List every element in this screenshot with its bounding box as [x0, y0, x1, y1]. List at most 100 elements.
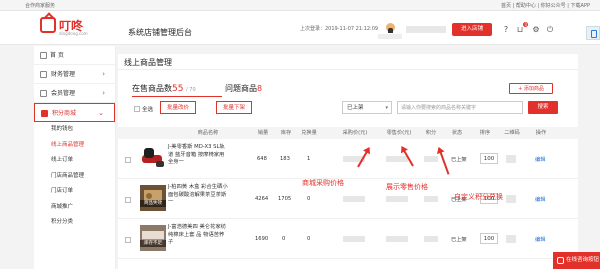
sidebar-label: 积分商城: [52, 110, 77, 117]
table-row: 库存不足 J-富浩德美四 美仑花家纺 纯棉床上套 品 物语苦荞子 1690 0 …: [118, 219, 578, 259]
sub-item-promotion[interactable]: 商城推广: [34, 200, 115, 216]
points-blurred: [424, 236, 438, 242]
sidebar-label: 会员管理: [51, 90, 76, 97]
add-goods-button[interactable]: + 添加商品: [509, 83, 553, 94]
top-strip: 合作商家服务 首页 | 帮助中心 | 你好公众号 | 下载APP: [0, 0, 600, 11]
last-login: 上次登录：2019-11-07 21:12:09: [300, 26, 379, 32]
question-icon[interactable]: ?: [502, 26, 510, 34]
row-checkbox[interactable]: [125, 197, 131, 203]
status-value: 已上架: [451, 157, 467, 163]
on-sale-count: 55: [172, 84, 184, 94]
status-select[interactable]: 已上架 ▾: [342, 101, 392, 114]
sub-item-online-goods[interactable]: 线上商品管理: [34, 138, 115, 154]
logo[interactable]: 叮咚 dingdong.com: [40, 17, 100, 39]
keyword-input[interactable]: 请输入你要搜索的商品名称关键字: [397, 101, 523, 114]
qrcode-icon[interactable]: [506, 155, 516, 163]
product-thumb-tea-box[interactable]: 商品失效: [140, 185, 166, 211]
sidebar-home-label: 首 页: [50, 52, 64, 59]
batch-price-button[interactable]: 批量改价: [160, 101, 196, 114]
exchange-value: 1: [307, 156, 311, 162]
annotation-purchase-price: 商城采购价格: [302, 179, 344, 187]
username-blurred: [378, 34, 402, 39]
invalid-badge: 商品失效: [140, 200, 166, 207]
points-blurred: [424, 156, 438, 162]
batch-off-button[interactable]: 批量下架: [216, 101, 252, 114]
header: 叮咚 dingdong.com 系统店铺管理后台 上次登录：2019-11-07…: [0, 11, 600, 45]
product-thumb-bedding[interactable]: 库存不足: [140, 225, 166, 251]
edit-link[interactable]: 编辑: [535, 156, 545, 163]
qrcode-icon[interactable]: [506, 195, 516, 203]
col-status: 状态: [451, 130, 463, 136]
product-thumb-massage-chair[interactable]: [140, 145, 166, 171]
divider: [118, 69, 578, 70]
col-exchange: 兑换量: [301, 130, 317, 136]
online-chat-button[interactable]: 在线咨询按钮: [553, 252, 600, 269]
col-points: 积分: [425, 130, 437, 136]
search-button[interactable]: 搜索: [528, 101, 558, 114]
col-sort: 排序: [479, 130, 491, 136]
edit-link[interactable]: 编辑: [535, 196, 545, 203]
select-all-checkbox[interactable]: [134, 106, 140, 112]
sort-input[interactable]: 100: [480, 233, 498, 244]
purchase-price-blurred: [343, 236, 365, 242]
exchange-value: 0: [307, 196, 311, 202]
chat-icon: [557, 257, 564, 264]
tab-label: 在售商品数: [132, 84, 172, 93]
col-purchase-price: 采购价(元): [342, 130, 368, 136]
product-name: J-美零香斯 MD-X3 SL轨道 蓝牙音箱 按摩椅家用全身一: [168, 144, 225, 165]
sub-item-store-orders[interactable]: 门店订单: [34, 184, 115, 200]
table-row: 商品失效 J-柏四黄 木盒 彩合生硒小 面包碳酸溶解果茶豆茶斯一 4264 17…: [118, 179, 578, 219]
power-icon[interactable]: ⏻: [546, 26, 554, 34]
problem-count: 8: [257, 84, 263, 93]
sub-item-points-category[interactable]: 积分分类: [34, 215, 115, 231]
system-name: 系统店铺管理后台: [128, 28, 192, 37]
side-rail-icon[interactable]: [586, 26, 600, 40]
gear-icon[interactable]: ⚙: [532, 26, 540, 34]
on-sale-max: / 70: [186, 87, 196, 93]
sidebar-label: 财务管理: [51, 71, 76, 78]
retail-price-blurred: [386, 196, 408, 202]
logo-sub: dingdong.com: [59, 31, 88, 36]
chevron-right-icon: ›: [102, 70, 105, 78]
main-panel: 线上商品管理 在售商品数55 / 70 问题商品8 + 添加商品 全选 批量改价…: [118, 54, 578, 269]
sub-item-store-goods[interactable]: 门店商品管理: [34, 169, 115, 185]
row-checkbox[interactable]: [125, 237, 131, 243]
cart-icon[interactable]: ⊔ 0: [516, 22, 528, 34]
sub-item-wallet[interactable]: 我的钱包: [34, 122, 115, 138]
retail-price-blurred: [386, 156, 408, 162]
tab-on-sale[interactable]: 在售商品数55 / 70: [132, 83, 196, 94]
stock-value: 0: [282, 236, 286, 242]
enter-shop-button[interactable]: 进入店铺: [452, 23, 492, 36]
tab-problem[interactable]: 问题商品8: [225, 83, 262, 94]
top-links[interactable]: 首页 | 帮助中心 | 你好公众号 | 下载APP: [501, 2, 590, 9]
table-header: 商品名称 销量 库存 兑换量 采购价(元) 零售价(元) 积分 状态 排序 二维…: [118, 127, 578, 139]
table-row: J-美零香斯 MD-X3 SL轨道 蓝牙音箱 按摩椅家用全身一 648 183 …: [118, 139, 578, 179]
sales-value: 648: [257, 156, 267, 162]
mall-icon: [41, 110, 48, 117]
sub-item-online-orders[interactable]: 线上订单: [34, 153, 115, 169]
purchase-price-blurred: [343, 196, 365, 202]
active-tab-underline: [132, 96, 222, 97]
points-blurred: [424, 196, 438, 202]
row-checkbox[interactable]: [125, 157, 131, 163]
qrcode-icon[interactable]: [506, 235, 516, 243]
sort-input[interactable]: 100: [480, 153, 498, 164]
sidebar-item-points-mall[interactable]: 积分商城 ⌄: [34, 103, 115, 122]
edit-link[interactable]: 编辑: [535, 236, 545, 243]
exchange-value: 0: [307, 236, 311, 242]
sidebar: 首 页 财务管理 › 会员管理 › 积分商城 ⌄ 我的钱包 线上商品管理 线上订单 门…: [34, 46, 116, 269]
chevron-down-icon: ▾: [385, 105, 388, 111]
members-icon: [40, 90, 47, 97]
avatar[interactable]: [386, 23, 395, 33]
col-qrcode: 二维码: [504, 130, 520, 136]
chat-label: 在线咨询按钮: [565, 257, 599, 263]
product-name: J-富浩德美四 美仑花家纺 纯棉床上套 品 物语苦荞子: [168, 224, 226, 245]
sidebar-item-home[interactable]: 首 页: [34, 46, 115, 65]
sidebar-item-members[interactable]: 会员管理 ›: [34, 84, 115, 103]
merchant-service-link[interactable]: 合作商家服务: [25, 2, 55, 9]
sales-value: 1690: [255, 236, 269, 242]
sidebar-item-finance[interactable]: 财务管理 ›: [34, 65, 115, 84]
col-sales: 销量: [257, 130, 269, 136]
out-of-stock-badge: 库存不足: [140, 240, 166, 247]
cart-badge: 0: [523, 22, 528, 27]
